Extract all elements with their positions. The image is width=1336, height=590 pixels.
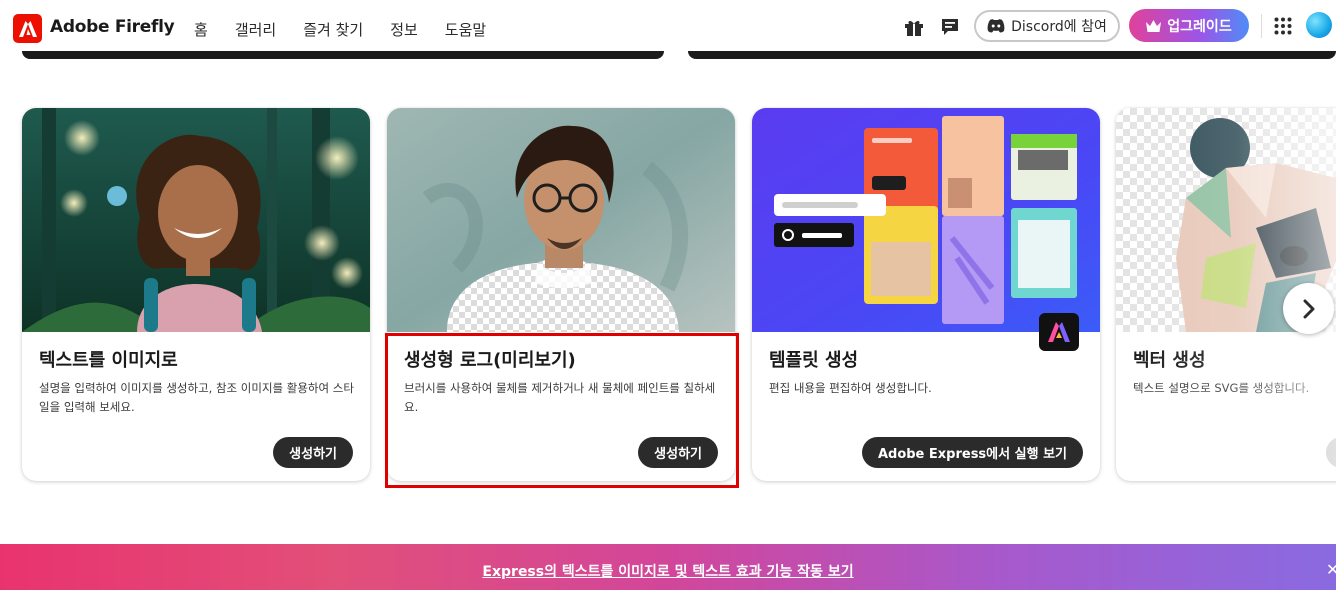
chat-icon[interactable]: [939, 16, 961, 38]
generate-button[interactable]: 생성하기: [638, 437, 718, 468]
carousel-next-button[interactable]: [1283, 283, 1334, 334]
avatar[interactable]: [1306, 12, 1332, 38]
promo-banner: Express의 텍스트를 이미지로 및 텍스트 효과 기능 작동 보기 ✕: [0, 544, 1336, 590]
top-navigation-bar: Adobe Firefly 홈 갤러리 즐겨 찾기 정보 도움말 Discord…: [0, 0, 1336, 56]
card-generative-fill[interactable]: 생성형 로그(미리보기) 브러시를 사용하여 물체를 제거하거나 새 물체에 페…: [387, 108, 735, 481]
discord-button[interactable]: Discord에 참여: [974, 10, 1120, 42]
card-title: 텍스트를 이미지로: [39, 350, 178, 371]
nav-home[interactable]: 홈: [194, 19, 208, 56]
nav-help[interactable]: 도움말: [445, 19, 486, 40]
previous-section-edge: [688, 51, 1336, 59]
card-description: 텍스트 설명으로 SVG를 생성합니다.: [1133, 381, 1310, 395]
generate-button[interactable]: 생성하기: [273, 437, 353, 468]
card-description: 브러시를 사용하여 물체를 제거하거나 새 물체에 페인트를 칠하세요.: [404, 381, 716, 414]
main-nav: 홈 갤러리 즐겨 찾기 정보 도움말: [194, 19, 513, 56]
generate-button-partial[interactable]: [1326, 437, 1336, 468]
card-title: 벡터 생성: [1133, 350, 1206, 371]
express-logo-icon: [1039, 313, 1079, 351]
apps-grid-icon[interactable]: [1274, 17, 1292, 35]
card-description: 설명을 입력하여 이미지를 생성하고, 참조 이미지를 활용하여 스타일을 입력…: [39, 381, 354, 414]
adobe-logo-icon[interactable]: [13, 14, 42, 43]
header-divider: [1261, 14, 1262, 38]
gift-icon[interactable]: [903, 16, 925, 38]
app-title[interactable]: Adobe Firefly: [50, 17, 175, 37]
discord-label: Discord에 참여: [1011, 19, 1107, 35]
nav-favorites[interactable]: 즐겨 찾기: [303, 19, 363, 40]
card-text-to-image[interactable]: 텍스트를 이미지로 설명을 입력하여 이미지를 생성하고, 참조 이미지를 활용…: [22, 108, 370, 481]
card-title: 생성형 로그(미리보기): [404, 350, 576, 371]
card-image: [387, 108, 735, 332]
card-image: [22, 108, 370, 332]
previous-section-edge: [22, 51, 664, 59]
card-image: [752, 108, 1100, 332]
card-description: 편집 내용을 편집하여 생성합니다.: [769, 381, 932, 395]
open-in-express-button[interactable]: Adobe Express에서 실행 보기: [861, 437, 1083, 468]
upgrade-button[interactable]: 업그레이드: [1129, 9, 1249, 42]
card-template-generation[interactable]: 템플릿 생성 편집 내용을 편집하여 생성합니다. Adobe Express에…: [752, 108, 1100, 481]
nav-about[interactable]: 정보: [390, 19, 418, 40]
crown-icon: [1146, 19, 1162, 32]
promo-banner-link[interactable]: Express의 텍스트를 이미지로 및 텍스트 효과 기능 작동 보기: [482, 561, 853, 581]
chevron-right-icon: [1303, 299, 1314, 318]
close-icon[interactable]: ✕: [1326, 560, 1336, 579]
card-title: 템플릿 생성: [769, 350, 859, 371]
nav-gallery[interactable]: 갤러리: [235, 19, 276, 40]
upgrade-label: 업그레이드: [1167, 18, 1232, 35]
discord-icon: [987, 19, 1005, 33]
